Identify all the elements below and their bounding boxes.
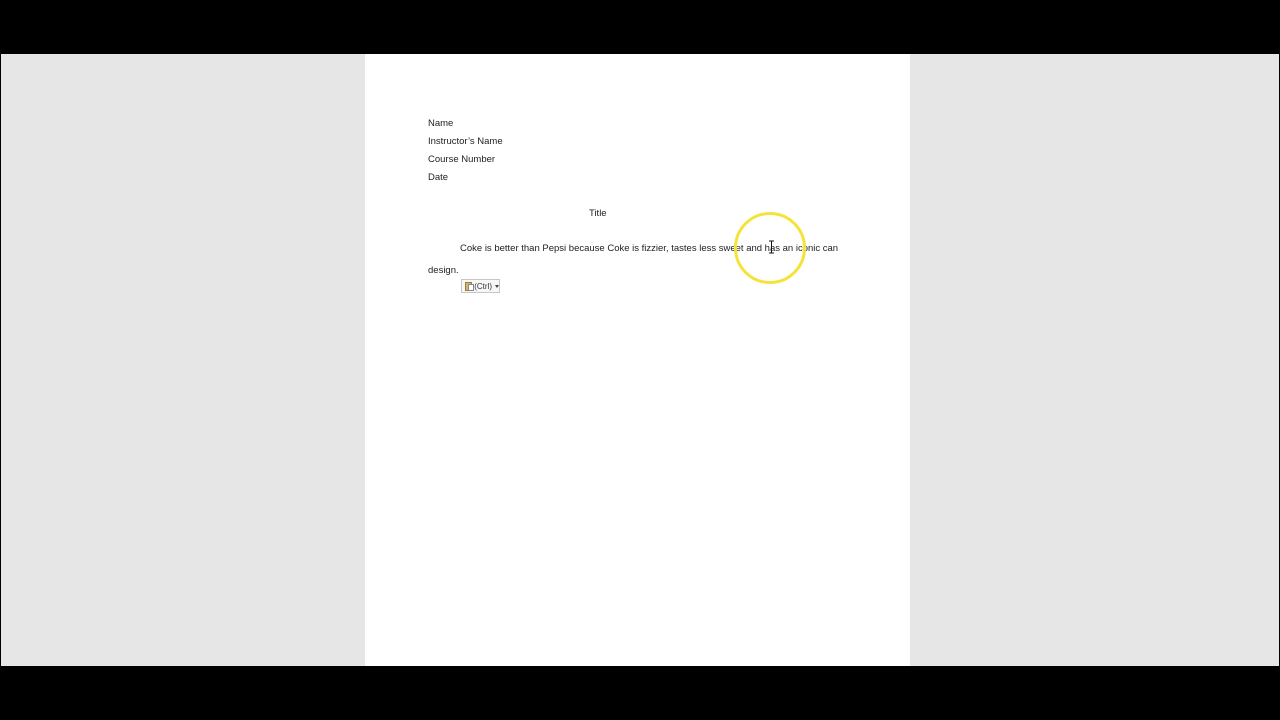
body-paragraph-line-2: design. (428, 265, 459, 276)
paste-options-button[interactable]: (Ctrl) (461, 279, 500, 293)
chevron-down-icon (495, 284, 499, 288)
header-course: Course Number (428, 154, 496, 165)
paste-options-label: (Ctrl) (474, 281, 492, 291)
document-title: Title (589, 208, 607, 219)
body-paragraph-line-1: Coke is better than Pepsi because Coke i… (460, 243, 839, 254)
clipboard-icon (465, 281, 474, 291)
document-workspace[interactable]: Name Instructor’s Name Course Number Dat… (1, 54, 1279, 666)
header-date: Date (428, 172, 449, 183)
document-page[interactable]: Name Instructor’s Name Course Number Dat… (365, 54, 910, 666)
header-instructor: Instructor’s Name (428, 136, 503, 147)
letterbox-bottom (0, 666, 1280, 720)
letterbox-top (0, 0, 1280, 54)
header-name: Name (428, 118, 454, 129)
